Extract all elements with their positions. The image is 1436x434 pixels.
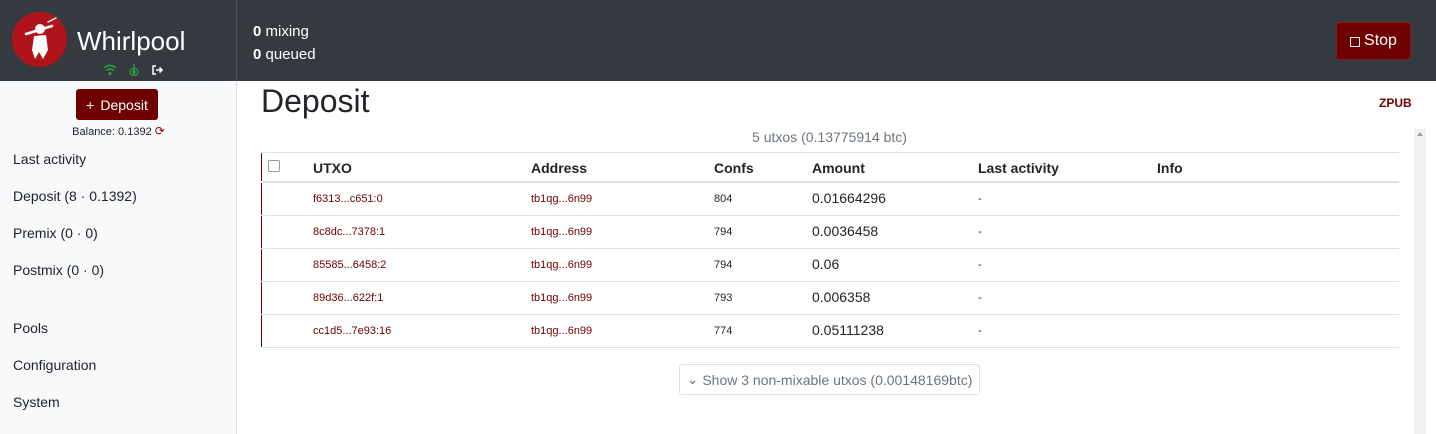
amount: 0.0036458 bbox=[812, 223, 879, 239]
stop-square-icon bbox=[1350, 37, 1361, 47]
stop-label: Stop bbox=[1364, 32, 1397, 49]
table-row[interactable]: cc1d5...7e93:16 tb1qg...6n99 774 0.05111… bbox=[261, 315, 1399, 348]
queued-label: queued bbox=[265, 46, 316, 63]
sidebar-item-pools[interactable]: Pools bbox=[13, 320, 48, 336]
stop-button[interactable]: Stop bbox=[1336, 22, 1411, 60]
deposit-button[interactable]: + Deposit bbox=[76, 89, 158, 120]
utxo-link[interactable]: 85585...6458:2 bbox=[313, 259, 386, 271]
brand-area: Whirlpool bbox=[0, 0, 237, 81]
whirlpool-logo bbox=[12, 12, 67, 67]
column-header-utxo[interactable]: UTXO bbox=[313, 160, 352, 176]
row-accent-bar bbox=[261, 183, 262, 215]
status-icons bbox=[103, 63, 164, 77]
table-row[interactable]: 8c8dc...7378:1 tb1qg...6n99 794 0.003645… bbox=[261, 216, 1399, 249]
address-link[interactable]: tb1qg...6n99 bbox=[531, 259, 592, 271]
last-activity: - bbox=[978, 325, 982, 337]
address-link[interactable]: tb1qg...6n99 bbox=[531, 226, 592, 238]
utxo-link[interactable]: cc1d5...7e93:16 bbox=[313, 325, 391, 337]
column-header-amount[interactable]: Amount bbox=[812, 160, 865, 176]
table-row[interactable]: 89d36...622f:1 tb1qg...6n99 793 0.006358… bbox=[261, 282, 1399, 315]
amount: 0.006358 bbox=[812, 289, 871, 305]
row-accent-bar bbox=[261, 315, 262, 347]
sidebar-item-last-activity[interactable]: Last activity bbox=[13, 151, 86, 167]
main-content: Deposit ZPUB 5 utxos (0.13775914 btc) UT… bbox=[237, 81, 1436, 434]
column-header-last-activity[interactable]: Last activity bbox=[978, 160, 1059, 176]
balance-text: Balance: 0.1392 bbox=[72, 126, 152, 138]
scrollbar[interactable] bbox=[1414, 129, 1426, 434]
deposit-button-label: Deposit bbox=[100, 96, 148, 113]
last-activity: - bbox=[978, 259, 982, 271]
confs: 804 bbox=[714, 193, 733, 205]
wifi-icon bbox=[103, 63, 117, 75]
app-title: Whirlpool bbox=[77, 26, 186, 56]
tor-onion-icon bbox=[129, 63, 139, 77]
amount: 0.06 bbox=[812, 256, 840, 272]
page-title: Deposit bbox=[261, 83, 370, 119]
header-accent-bar bbox=[261, 153, 262, 181]
sidebar-item-postmix[interactable]: Postmix (0 · 0) bbox=[13, 262, 104, 278]
mixing-label: mixing bbox=[265, 23, 309, 40]
queued-count: 0 bbox=[253, 46, 262, 63]
sidebar-item-system[interactable]: System bbox=[13, 394, 60, 410]
last-activity: - bbox=[978, 292, 982, 304]
select-all-checkbox[interactable] bbox=[268, 160, 280, 172]
refresh-icon[interactable]: ⟳ bbox=[155, 124, 165, 138]
address-link[interactable]: tb1qg...6n99 bbox=[531, 325, 592, 337]
table-row[interactable]: 85585...6458:2 tb1qg...6n99 794 0.06 - bbox=[261, 249, 1399, 282]
logout-icon[interactable] bbox=[151, 63, 164, 75]
column-header-address[interactable]: Address bbox=[531, 160, 587, 176]
confs: 794 bbox=[714, 226, 733, 238]
sidebar-item-deposit[interactable]: Deposit (8 · 0.1392) bbox=[13, 188, 137, 204]
utxo-link[interactable]: 8c8dc...7378:1 bbox=[313, 226, 385, 238]
address-link[interactable]: tb1qg...6n99 bbox=[531, 193, 592, 205]
mixing-count: 0 bbox=[253, 23, 262, 40]
plus-icon: + bbox=[86, 96, 95, 113]
top-bar: Whirlpool 0 mixing 0 queued Stop bbox=[0, 0, 1436, 81]
amount: 0.01664296 bbox=[812, 190, 886, 206]
confs: 793 bbox=[714, 292, 733, 304]
utxo-link[interactable]: 89d36...622f:1 bbox=[313, 292, 383, 304]
queued-stat: 0 queued bbox=[253, 43, 316, 66]
address-link[interactable]: tb1qg...6n99 bbox=[531, 292, 592, 304]
sidebar-item-premix[interactable]: Premix (0 · 0) bbox=[13, 225, 98, 241]
mixing-stat: 0 mixing bbox=[253, 20, 316, 43]
table-row[interactable]: f6313...c651:0 tb1qg...6n99 804 0.016642… bbox=[261, 183, 1399, 216]
zpub-link[interactable]: ZPUB bbox=[1379, 96, 1412, 110]
show-non-mixable-button[interactable]: ⌄ Show 3 non-mixable utxos (0.00148169bt… bbox=[679, 364, 980, 395]
balance: Balance: 0.1392 ⟳ bbox=[0, 124, 237, 138]
confs: 774 bbox=[714, 325, 733, 337]
mix-stats: 0 mixing 0 queued bbox=[253, 20, 316, 66]
row-accent-bar bbox=[261, 249, 262, 281]
chevron-down-icon: ⌄ bbox=[686, 371, 699, 387]
row-accent-bar bbox=[261, 282, 262, 314]
last-activity: - bbox=[978, 193, 982, 205]
row-accent-bar bbox=[261, 216, 262, 248]
utxo-summary: 5 utxos (0.13775914 btc) bbox=[752, 129, 907, 145]
show-non-mixable-label: Show 3 non-mixable utxos (0.00148169btc) bbox=[702, 371, 973, 388]
amount: 0.05111238 bbox=[812, 322, 884, 338]
column-header-info[interactable]: Info bbox=[1157, 160, 1183, 176]
utxo-table: UTXO Address Confs Amount Last activity … bbox=[261, 152, 1399, 348]
scroll-up-icon[interactable] bbox=[1417, 132, 1423, 136]
sidebar: + Deposit Balance: 0.1392 ⟳ Last activit… bbox=[0, 81, 237, 434]
utxo-link[interactable]: f6313...c651:0 bbox=[313, 193, 383, 205]
sidebar-item-configuration[interactable]: Configuration bbox=[13, 357, 96, 373]
confs: 794 bbox=[714, 259, 733, 271]
table-header: UTXO Address Confs Amount Last activity … bbox=[261, 152, 1399, 183]
last-activity: - bbox=[978, 226, 982, 238]
column-header-confs[interactable]: Confs bbox=[714, 160, 754, 176]
